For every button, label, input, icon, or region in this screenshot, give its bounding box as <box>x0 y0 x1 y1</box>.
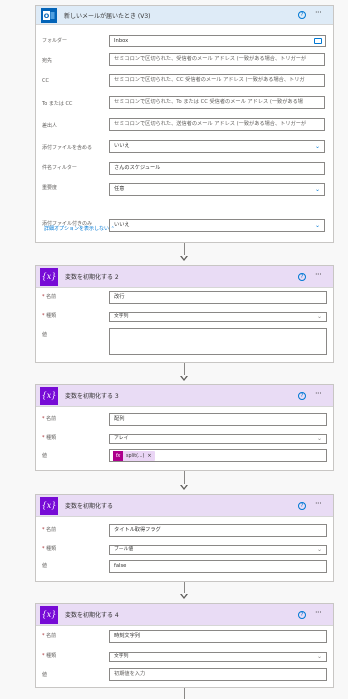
trigger-card: O 新しいメールが届いたとき (V3) ? ··· フォルダー Inbox 宛先… <box>35 5 334 243</box>
variable-name-input[interactable]: タイトル取得フラグ <box>109 524 327 537</box>
chevron-down-icon: ⌄ <box>314 186 320 193</box>
field-label: CC <box>42 78 49 84</box>
value-label: 値 <box>42 563 48 569</box>
chevron-down-icon: ⌄ <box>316 435 322 442</box>
variable-value-input[interactable]: 初期値を入力 <box>109 668 327 681</box>
variable-value-input[interactable] <box>109 328 327 355</box>
more-icon[interactable]: ··· <box>315 9 329 17</box>
more-icon[interactable]: ··· <box>315 270 329 278</box>
variable-header[interactable]: {x} 変数を初期化する 4 ? ··· <box>36 604 333 626</box>
chevron-down-icon: ⌄ <box>316 653 322 660</box>
connector-line <box>184 688 185 699</box>
type-label: * 種類 <box>42 546 57 552</box>
variable-title: 変数を初期化する <box>65 503 114 510</box>
variable-value-input[interactable]: false <box>109 560 327 573</box>
variable-type-select[interactable]: 文字列 ⌄ <box>109 312 327 322</box>
trigger-header[interactable]: O 新しいメールが届いたとき (V3) ? ··· <box>36 6 333 25</box>
field-label: 差出人 <box>42 123 58 129</box>
field-label: フォルダー <box>42 38 68 44</box>
chevron-down-icon: ⌄ <box>314 143 320 150</box>
variable-type-select[interactable]: ブール値 ⌄ <box>109 545 327 555</box>
arrow-down-icon <box>180 593 188 599</box>
from-field[interactable]: セミコロンで区切られた、送信者のメール アドレス (一致がある場合、トリガーが <box>109 118 325 131</box>
more-icon[interactable]: ··· <box>315 389 329 397</box>
chevron-down-icon: ⌄ <box>316 313 322 320</box>
type-label: * 種類 <box>42 313 57 319</box>
help-icon[interactable]: ? <box>298 391 306 400</box>
chevron-down-icon: ⌄ <box>316 546 322 553</box>
arrow-down-icon <box>180 484 188 490</box>
trigger-title: 新しいメールが届いたとき (V3) <box>64 12 151 20</box>
only-with-attachments-select[interactable]: いいえ ⌄ <box>109 219 325 232</box>
folder-icon[interactable] <box>314 38 322 44</box>
variable-name-input[interactable]: 改行 <box>109 291 327 304</box>
variable-name-input[interactable]: 時刻文字列 <box>109 630 327 643</box>
to-or-cc-field[interactable]: セミコロンで区切られた、To または CC 受信者のメール アドレス (一致があ… <box>109 96 325 109</box>
init-variable-card: {x} 変数を初期化する ? ··· * 名前 タイトル取得フラグ * 種類 ブ… <box>35 494 334 582</box>
variable-icon: {x} <box>40 267 58 286</box>
importance-select[interactable]: 任意 ⌄ <box>109 183 325 196</box>
field-label: 重要度 <box>42 185 58 191</box>
type-label: * 種類 <box>42 435 57 441</box>
field-label: 件名フィルター <box>42 165 77 171</box>
variable-header[interactable]: {x} 変数を初期化する 3 ? ··· <box>36 385 333 407</box>
variable-icon: {x} <box>40 496 58 515</box>
name-label: * 名前 <box>42 527 57 533</box>
arrow-down-icon <box>180 375 188 381</box>
help-icon[interactable]: ? <box>298 272 306 281</box>
more-icon[interactable]: ··· <box>315 499 329 507</box>
field-label: 添付ファイルを含める <box>42 145 93 151</box>
variable-title: 変数を初期化する 2 <box>65 274 119 281</box>
arrow-down-icon <box>180 255 188 261</box>
help-icon[interactable]: ? <box>298 11 306 19</box>
help-icon[interactable]: ? <box>298 610 306 619</box>
name-label: * 名前 <box>42 416 57 422</box>
variable-title: 変数を初期化する 4 <box>65 612 119 619</box>
field-label: 宛先 <box>42 58 53 64</box>
to-field[interactable]: セミコロンで区切られた、受信者のメール アドレス (一致がある場合、トリガーが <box>109 53 325 66</box>
init-variable-card: {x} 変数を初期化する 3 ? ··· * 名前 配列 * 種類 アレイ ⌄ … <box>35 384 334 471</box>
init-variable-card: {x} 変数を初期化する 2 ? ··· * 名前 改行 * 種類 文字列 ⌄ … <box>35 265 334 363</box>
variable-icon: {x} <box>40 386 58 405</box>
name-label: * 名前 <box>42 633 57 639</box>
variable-value-input[interactable]: fx split(...) × <box>109 449 327 462</box>
include-attachments-select[interactable]: いいえ ⌄ <box>109 140 325 153</box>
folder-field[interactable]: Inbox <box>109 35 326 47</box>
type-label: * 種類 <box>42 653 57 659</box>
field-label: To または CC <box>42 101 73 107</box>
expression-token[interactable]: fx split(...) × <box>113 451 155 461</box>
chevron-up-icon: ⌃ <box>110 226 115 232</box>
outlook-icon: O <box>41 7 57 23</box>
subject-filter-field[interactable]: さんのスケジュール <box>109 162 325 175</box>
fx-icon: fx <box>113 451 123 461</box>
variable-type-select[interactable]: 文字列 ⌄ <box>109 652 327 662</box>
variable-type-select[interactable]: アレイ ⌄ <box>109 434 327 444</box>
variable-header[interactable]: {x} 変数を初期化する ? ··· <box>36 495 333 517</box>
value-label: 値 <box>42 453 48 459</box>
variable-icon: {x} <box>40 605 58 624</box>
close-icon[interactable]: × <box>146 451 154 462</box>
init-variable-card: {x} 変数を初期化する 4 ? ··· * 名前 時刻文字列 * 種類 文字列… <box>35 603 334 688</box>
help-icon[interactable]: ? <box>298 501 306 510</box>
cc-field[interactable]: セミコロンで区切られた、CC 受信者のメール アドレス (一致がある場合、トリガ <box>109 74 325 87</box>
value-label: 値 <box>42 672 48 678</box>
hide-advanced-options-link[interactable]: 詳細オプションを表示しない ⌃ <box>44 225 115 232</box>
variable-header[interactable]: {x} 変数を初期化する 2 ? ··· <box>36 266 333 288</box>
value-label: 値 <box>42 332 48 338</box>
chevron-down-icon: ⌄ <box>314 222 320 229</box>
name-label: * 名前 <box>42 294 57 300</box>
variable-name-input[interactable]: 配列 <box>109 413 327 426</box>
more-icon[interactable]: ··· <box>315 608 329 616</box>
svg-text:O: O <box>44 12 50 20</box>
variable-title: 変数を初期化する 3 <box>65 393 119 400</box>
